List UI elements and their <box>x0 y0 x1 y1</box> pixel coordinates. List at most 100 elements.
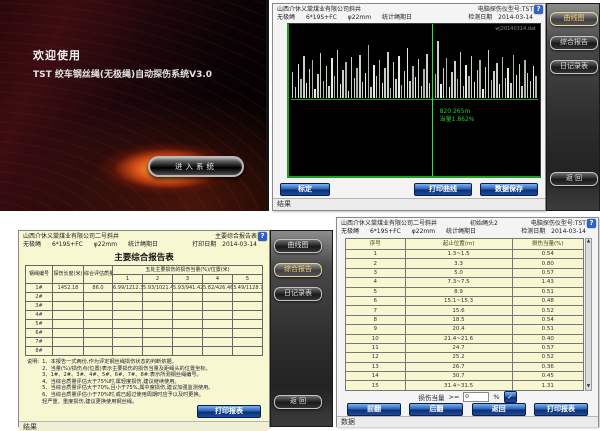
cell: 0.54 <box>512 315 583 324</box>
date-label: 打印日期 <box>192 241 216 248</box>
waveform-bar <box>524 60 525 98</box>
report-side-panel: 曲线图 综合报告 日记录表 返 回 <box>270 230 333 427</box>
table-row[interactable]: 920.40.51 <box>346 325 584 334</box>
waveform-bar <box>300 79 301 98</box>
waveform-bar <box>359 55 360 98</box>
cell: 2# <box>26 293 53 302</box>
cell: 13 <box>346 362 406 371</box>
nav-report-button[interactable]: 综合报告 <box>550 36 598 50</box>
calibrate-button[interactable]: 标定 <box>280 183 330 196</box>
waveform-bar <box>418 59 419 98</box>
help-icon[interactable]: ? <box>587 219 596 228</box>
cell: 0.36 <box>512 362 583 371</box>
filter-value-input[interactable] <box>463 392 489 402</box>
return-button[interactable]: 返回 <box>472 403 526 416</box>
waveform-chart[interactable]: wj20140314.dat 820.265m 当量1.862% <box>287 23 541 178</box>
waveform-bar <box>312 60 313 98</box>
back-button[interactable]: 返 回 <box>274 395 322 409</box>
table-row[interactable]: 23.30.80 <box>346 259 584 268</box>
back-button[interactable]: 返 回 <box>550 172 598 186</box>
damage-filter: 损伤当量 >= % ✓ <box>337 391 598 403</box>
cell: 18.5 <box>405 315 512 324</box>
nav-daily-log-button[interactable]: 日记录表 <box>274 287 322 301</box>
waveform-bar <box>446 58 447 98</box>
status-bar: 数据 <box>337 416 598 427</box>
table-row[interactable]: 818.50.54 <box>346 315 584 324</box>
cell <box>143 311 173 320</box>
col-position: 起止位置(m) <box>405 239 512 250</box>
table-scrollbar[interactable]: ▲ ▼ <box>585 238 592 391</box>
table-row[interactable]: 47.3~7.51.43 <box>346 278 584 287</box>
page-prev-button[interactable]: 前翻 <box>347 403 401 416</box>
rope-diameter: φ22mm <box>94 241 117 248</box>
cursor-damage-value: 当量1.862% <box>440 116 475 124</box>
table-row: 8# <box>26 347 263 356</box>
waveform-bar <box>404 71 405 98</box>
note-line: 6、当综合质量评估小于70%时,或已超过使用周期时应予以及时更换。 <box>42 392 213 399</box>
curve-window: ? 山西介休义棠煤业有限公司斜井 电脑探伤仪型号:TST 无极绳 6*19S+F… <box>272 3 546 211</box>
table-row[interactable]: 1326.70.36 <box>346 362 584 371</box>
table-row[interactable]: 1021.4~21.60.40 <box>346 334 584 343</box>
table-row[interactable]: 1124.70.57 <box>346 343 584 352</box>
col-index: 序号 <box>346 239 406 250</box>
cell: 14 <box>346 372 406 381</box>
cell: 0.51 <box>512 325 583 334</box>
page-next-button[interactable]: 后翻 <box>409 403 463 416</box>
waveform-bar <box>373 65 374 98</box>
print-report-button[interactable]: 打印报表 <box>197 405 261 418</box>
waveform-bar <box>292 72 293 98</box>
nav-daily-log-button[interactable]: 日记录表 <box>550 60 598 74</box>
waveform-bar <box>527 73 528 98</box>
chart-cursor-line[interactable] <box>432 24 433 176</box>
table-row: 1#1452.1886.06.99/1212.365.93/1021.435.9… <box>26 284 263 293</box>
cell: 6# <box>26 329 53 338</box>
waveform-bar <box>465 65 466 98</box>
table-row[interactable]: 615.1~15.30.48 <box>346 296 584 305</box>
table-row[interactable]: 1430.70.45 <box>346 372 584 381</box>
waveform-bar <box>345 62 346 98</box>
print-curve-button[interactable]: 打印曲线 <box>414 183 472 196</box>
cell <box>53 293 84 302</box>
nav-curve-view-button[interactable]: 曲线图 <box>274 239 322 253</box>
cell <box>203 347 233 356</box>
cell <box>84 347 113 356</box>
cell <box>143 347 173 356</box>
date-value: 2014-03-14 <box>222 241 257 248</box>
table-row[interactable]: 35.00.57 <box>346 268 584 277</box>
note-line: 轻严重、重度损伤,建议更换使用钢丝绳。 <box>42 399 213 406</box>
table-row[interactable]: 715.60.52 <box>346 306 584 315</box>
cell: 9 <box>346 325 406 334</box>
cell: 26.7 <box>405 362 512 371</box>
waveform-bar <box>426 54 427 98</box>
nav-report-button[interactable]: 综合报告 <box>274 263 322 277</box>
waveform-bar <box>493 71 494 98</box>
cell: 3 <box>346 268 406 277</box>
enter-system-button[interactable]: 进入系统 <box>148 156 244 177</box>
apply-filter-button[interactable]: ✓ <box>504 391 517 403</box>
table-row[interactable]: 1225.20.52 <box>346 353 584 362</box>
help-icon[interactable]: ? <box>534 5 543 14</box>
help-icon[interactable]: ? <box>258 232 267 241</box>
cell: 86.0 <box>84 284 113 293</box>
col-rope-no: 钢绳编号 <box>26 266 53 284</box>
waveform-bar <box>328 86 329 98</box>
col-damage-5: 5 <box>233 275 263 284</box>
table-row[interactable]: 11.3~1.50.54 <box>346 250 584 259</box>
table-row: 5# <box>26 320 263 329</box>
cell: 2 <box>346 259 406 268</box>
print-report-button[interactable]: 打印报表 <box>534 403 588 416</box>
scroll-down-icon[interactable]: ▼ <box>587 384 590 390</box>
cell <box>173 329 203 338</box>
table-row[interactable]: 58.90.51 <box>346 287 584 296</box>
save-data-button[interactable]: 数据保存 <box>480 183 538 196</box>
waveform-bar <box>356 68 357 98</box>
waveform-bar <box>395 79 396 98</box>
cell <box>233 311 263 320</box>
waveform-bar <box>437 41 438 98</box>
scroll-up-icon[interactable]: ▲ <box>587 239 590 245</box>
nav-curve-view-button[interactable]: 曲线图 <box>550 12 598 26</box>
table-row[interactable]: 1531.4~31.51.31 <box>346 381 584 390</box>
curve-header: 山西介休义棠煤业有限公司斜井 电脑探伤仪型号:TST 无极绳 6*19S+FC … <box>273 4 545 22</box>
waveform-bar <box>370 87 371 98</box>
waveform-bar <box>435 74 436 98</box>
